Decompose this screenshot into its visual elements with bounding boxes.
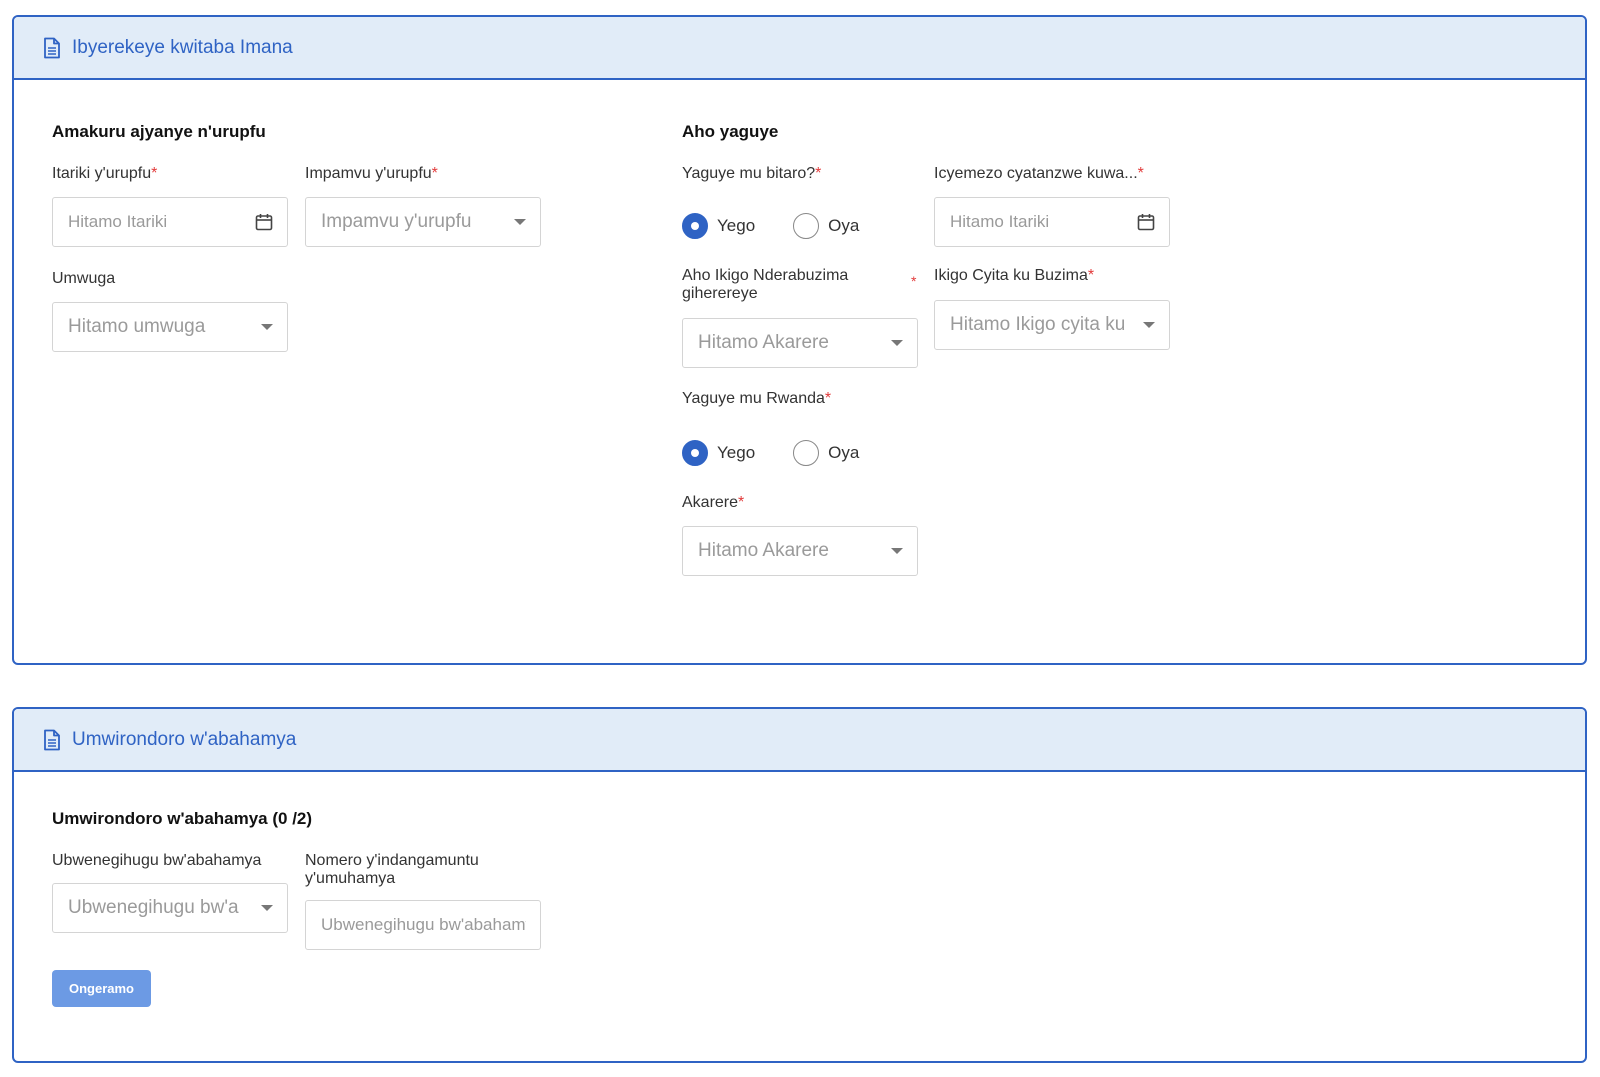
- death-info-card: Ibyerekeye kwitaba Imana Amakuru ajyanye…: [12, 15, 1587, 665]
- document-icon: [42, 729, 62, 751]
- died-in-hospital-radio-group: Yego Oya: [682, 212, 897, 240]
- chevron-down-icon: [1143, 322, 1155, 328]
- death-details-heading: Amakuru ajyanye n'urupfu: [52, 122, 266, 141]
- death-place-heading: Aho yaguye: [682, 122, 779, 141]
- required-marker: *: [911, 273, 917, 289]
- witnesses-card: Umwirondoro w'abahamya Umwirondoro w'aba…: [12, 707, 1587, 1063]
- health-facility-select[interactable]: Hitamo Ikigo cyita ku: [934, 300, 1170, 350]
- witness-nationality-label: Ubwenegihugu bw'abahamya: [52, 852, 262, 869]
- death-date-picker[interactable]: Hitamo Itariki: [52, 197, 288, 247]
- health-center-location-label: Aho Ikigo Nderabuzima giherereye: [682, 267, 849, 302]
- witness-id-label: Nomero y'indangamuntu y'umuhamya: [305, 852, 479, 887]
- decision-date-picker[interactable]: Hitamo Itariki: [934, 197, 1170, 247]
- chevron-down-icon: [891, 548, 903, 554]
- chevron-down-icon: [261, 905, 273, 911]
- profession-select[interactable]: Hitamo umwuga: [52, 302, 288, 352]
- calendar-icon: [255, 213, 273, 231]
- death-date-label: Itariki y'urupfu*: [52, 165, 158, 182]
- death-cause-label: Impamvu y'urupfu*: [305, 165, 438, 182]
- hospital-yes-radio[interactable]: Yego: [682, 213, 755, 239]
- health-facility-label: Ikigo Cyita ku Buzima*: [934, 267, 1095, 284]
- witnesses-heading: Umwirondoro w'abahamya (0 /2): [52, 809, 313, 828]
- rwanda-no-radio[interactable]: Oya: [793, 440, 859, 466]
- died-in-hospital-label: Yaguye mu bitaro?*: [682, 165, 822, 182]
- health-center-district-select[interactable]: Hitamo Akarere: [682, 318, 918, 368]
- hospital-no-radio[interactable]: Oya: [793, 213, 859, 239]
- card-title: Ibyerekeye kwitaba Imana: [72, 36, 293, 58]
- rwanda-yes-radio[interactable]: Yego: [682, 440, 755, 466]
- decision-date-label: Icyemezo cyatanzwe kuwa...*: [934, 165, 1144, 182]
- chevron-down-icon: [514, 219, 526, 225]
- died-in-rwanda-label: Yaguye mu Rwanda*: [682, 390, 832, 407]
- card-title: Umwirondoro w'abahamya: [72, 728, 297, 750]
- chevron-down-icon: [261, 324, 273, 330]
- card-header: Ibyerekeye kwitaba Imana: [14, 17, 1585, 80]
- card-header: Umwirondoro w'abahamya: [14, 709, 1585, 772]
- death-cause-select[interactable]: Impamvu y'urupfu: [305, 197, 541, 247]
- district-select[interactable]: Hitamo Akarere: [682, 526, 918, 576]
- add-witness-button[interactable]: Ongeramo: [52, 970, 151, 1007]
- profession-label: Umwuga: [52, 270, 116, 287]
- witness-nationality-select[interactable]: Ubwenegihugu bw'a: [52, 883, 288, 933]
- district-label: Akarere*: [682, 494, 745, 511]
- chevron-down-icon: [891, 340, 903, 346]
- died-in-rwanda-radio-group: Yego Oya: [682, 439, 897, 467]
- calendar-icon: [1137, 213, 1155, 231]
- document-icon: [42, 37, 62, 59]
- witness-id-input[interactable]: Ubwenegihugu bw'abahamya: [305, 900, 541, 950]
